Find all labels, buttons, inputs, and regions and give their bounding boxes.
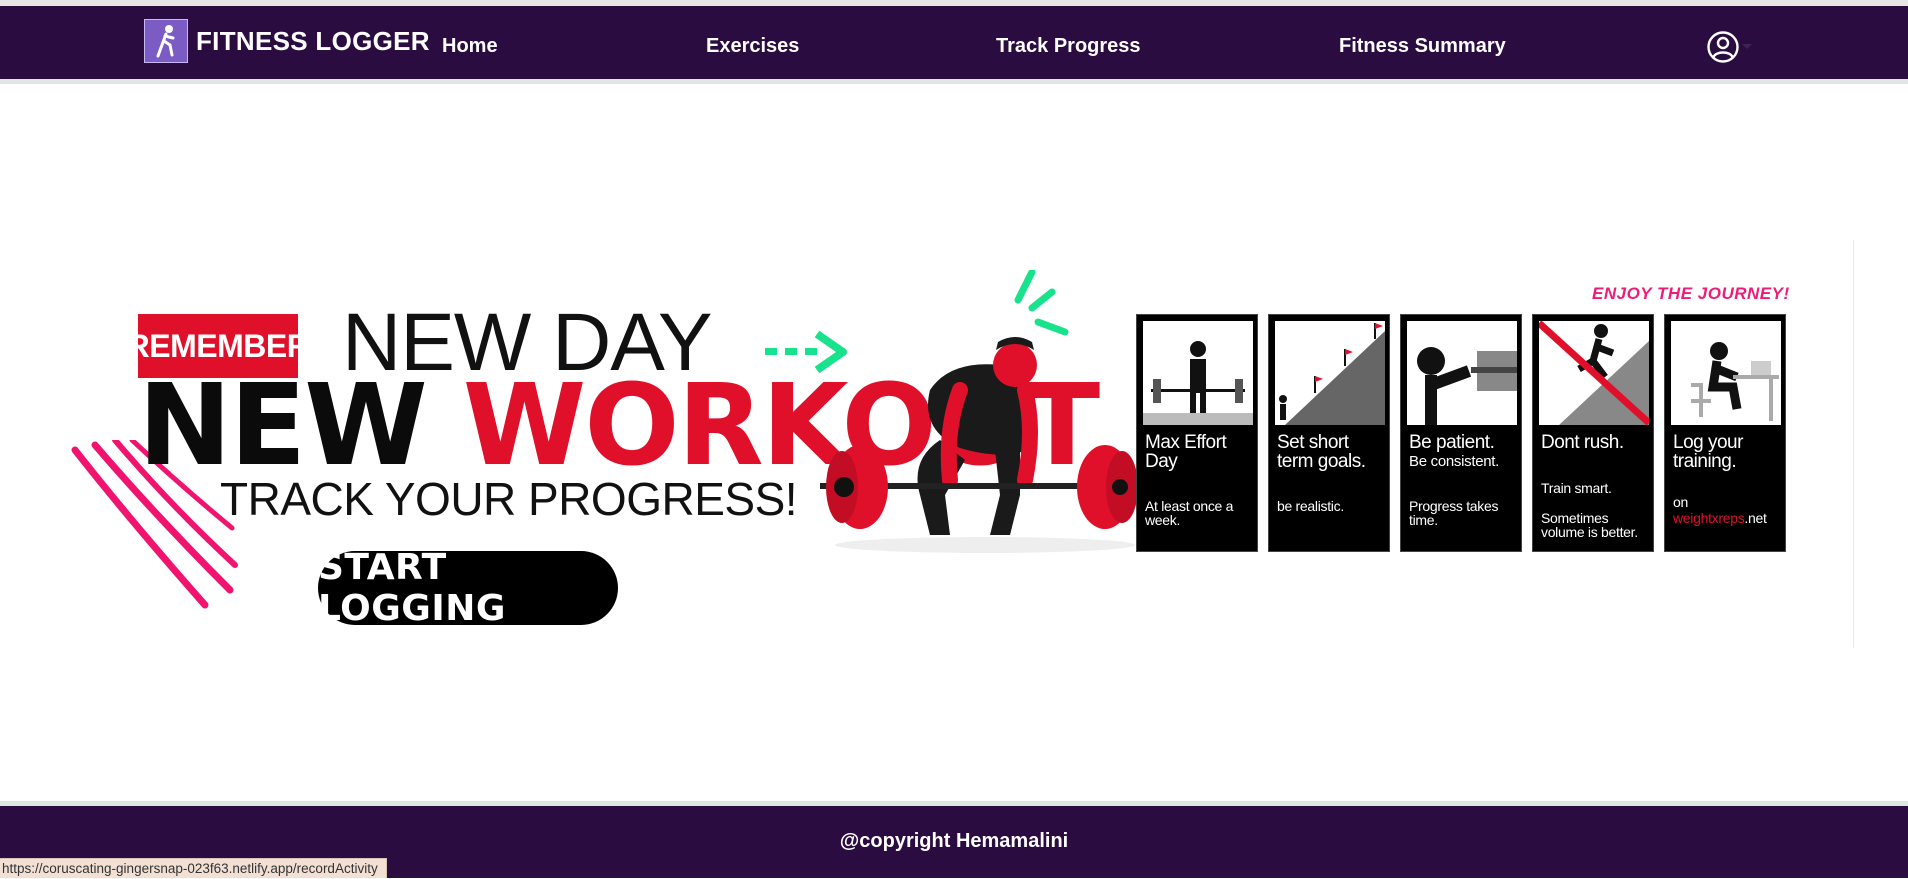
user-menu[interactable] xyxy=(1706,30,1752,64)
barbell-lift-icon xyxy=(1143,321,1253,425)
hero-banner: REMEMBER NEW DAY NEW WORKOUT TRACK YOUR … xyxy=(70,240,1855,650)
tip-panel-dont-rush: Dont rush. Train smart. Sometimes volume… xyxy=(1532,314,1654,552)
patience-icon xyxy=(1407,321,1517,425)
deadlift-illustration xyxy=(820,337,1150,553)
tip-body: be realistic. xyxy=(1277,498,1344,514)
tip-link-line: weightxreps.net xyxy=(1673,511,1785,525)
nav-track-progress[interactable]: Track Progress xyxy=(996,35,1141,58)
tip-panel-short-goals: Set short term goals. be realistic. xyxy=(1268,314,1390,552)
tip-body: Progress takes time. xyxy=(1409,498,1499,528)
tip-panel-be-patient: Be patient. Be consistent. Progress take… xyxy=(1400,314,1522,552)
tip-panel-log-training: Log your training. on weightxreps.net xyxy=(1664,314,1786,552)
hero-divider xyxy=(1853,240,1854,648)
brand-title: FITNESS LOGGER xyxy=(196,25,430,56)
tip-title: Dont rush. xyxy=(1541,432,1624,453)
link-suffix: .net xyxy=(1744,510,1767,526)
start-logging-button[interactable]: START LOGGING xyxy=(318,547,618,629)
navbar: FITNESS LOGGER Home Exercises Track Prog… xyxy=(0,6,1908,84)
tip-title: Max Effort Day xyxy=(1145,432,1227,472)
tip-body: Train smart. xyxy=(1541,480,1612,496)
copyright-text: @copyright Hemamalini xyxy=(839,830,1069,852)
tip-title: Be patient. xyxy=(1409,432,1495,453)
link-status-bar: https://coruscating-gingersnap-023f63.ne… xyxy=(0,858,387,878)
laptop-desk-icon xyxy=(1671,321,1781,425)
headline-new: NEW xyxy=(138,361,428,491)
no-running-stairs-icon xyxy=(1536,320,1652,426)
user-circle-icon xyxy=(1707,31,1739,63)
tip-title: Log your training. xyxy=(1673,432,1743,472)
weightxreps-link: weightxreps xyxy=(1673,510,1745,526)
runner-icon xyxy=(144,19,188,63)
tip-body: on xyxy=(1673,494,1688,510)
nav-fitness-summary[interactable]: Fitness Summary xyxy=(1339,35,1506,58)
tip-body-secondary: Sometimes volume is better. xyxy=(1541,510,1638,540)
nav-exercises[interactable]: Exercises xyxy=(706,35,799,58)
nav-home[interactable]: Home xyxy=(442,35,498,58)
brand[interactable]: FITNESS LOGGER xyxy=(144,18,430,64)
tip-subtitle: Be consistent. xyxy=(1409,453,1500,470)
tip-body: At least once a week. xyxy=(1145,498,1234,528)
enjoy-journey-caption: ENJOY THE JOURNEY! xyxy=(1592,284,1790,303)
tip-panel-max-effort: Max Effort Day At least once a week. xyxy=(1136,314,1258,552)
tip-title: Set short term goals. xyxy=(1277,432,1366,472)
track-progress-tagline: TRACK YOUR PROGRESS! xyxy=(220,473,798,525)
stairs-flags-icon xyxy=(1275,321,1385,425)
caret-down-icon xyxy=(1742,43,1752,49)
